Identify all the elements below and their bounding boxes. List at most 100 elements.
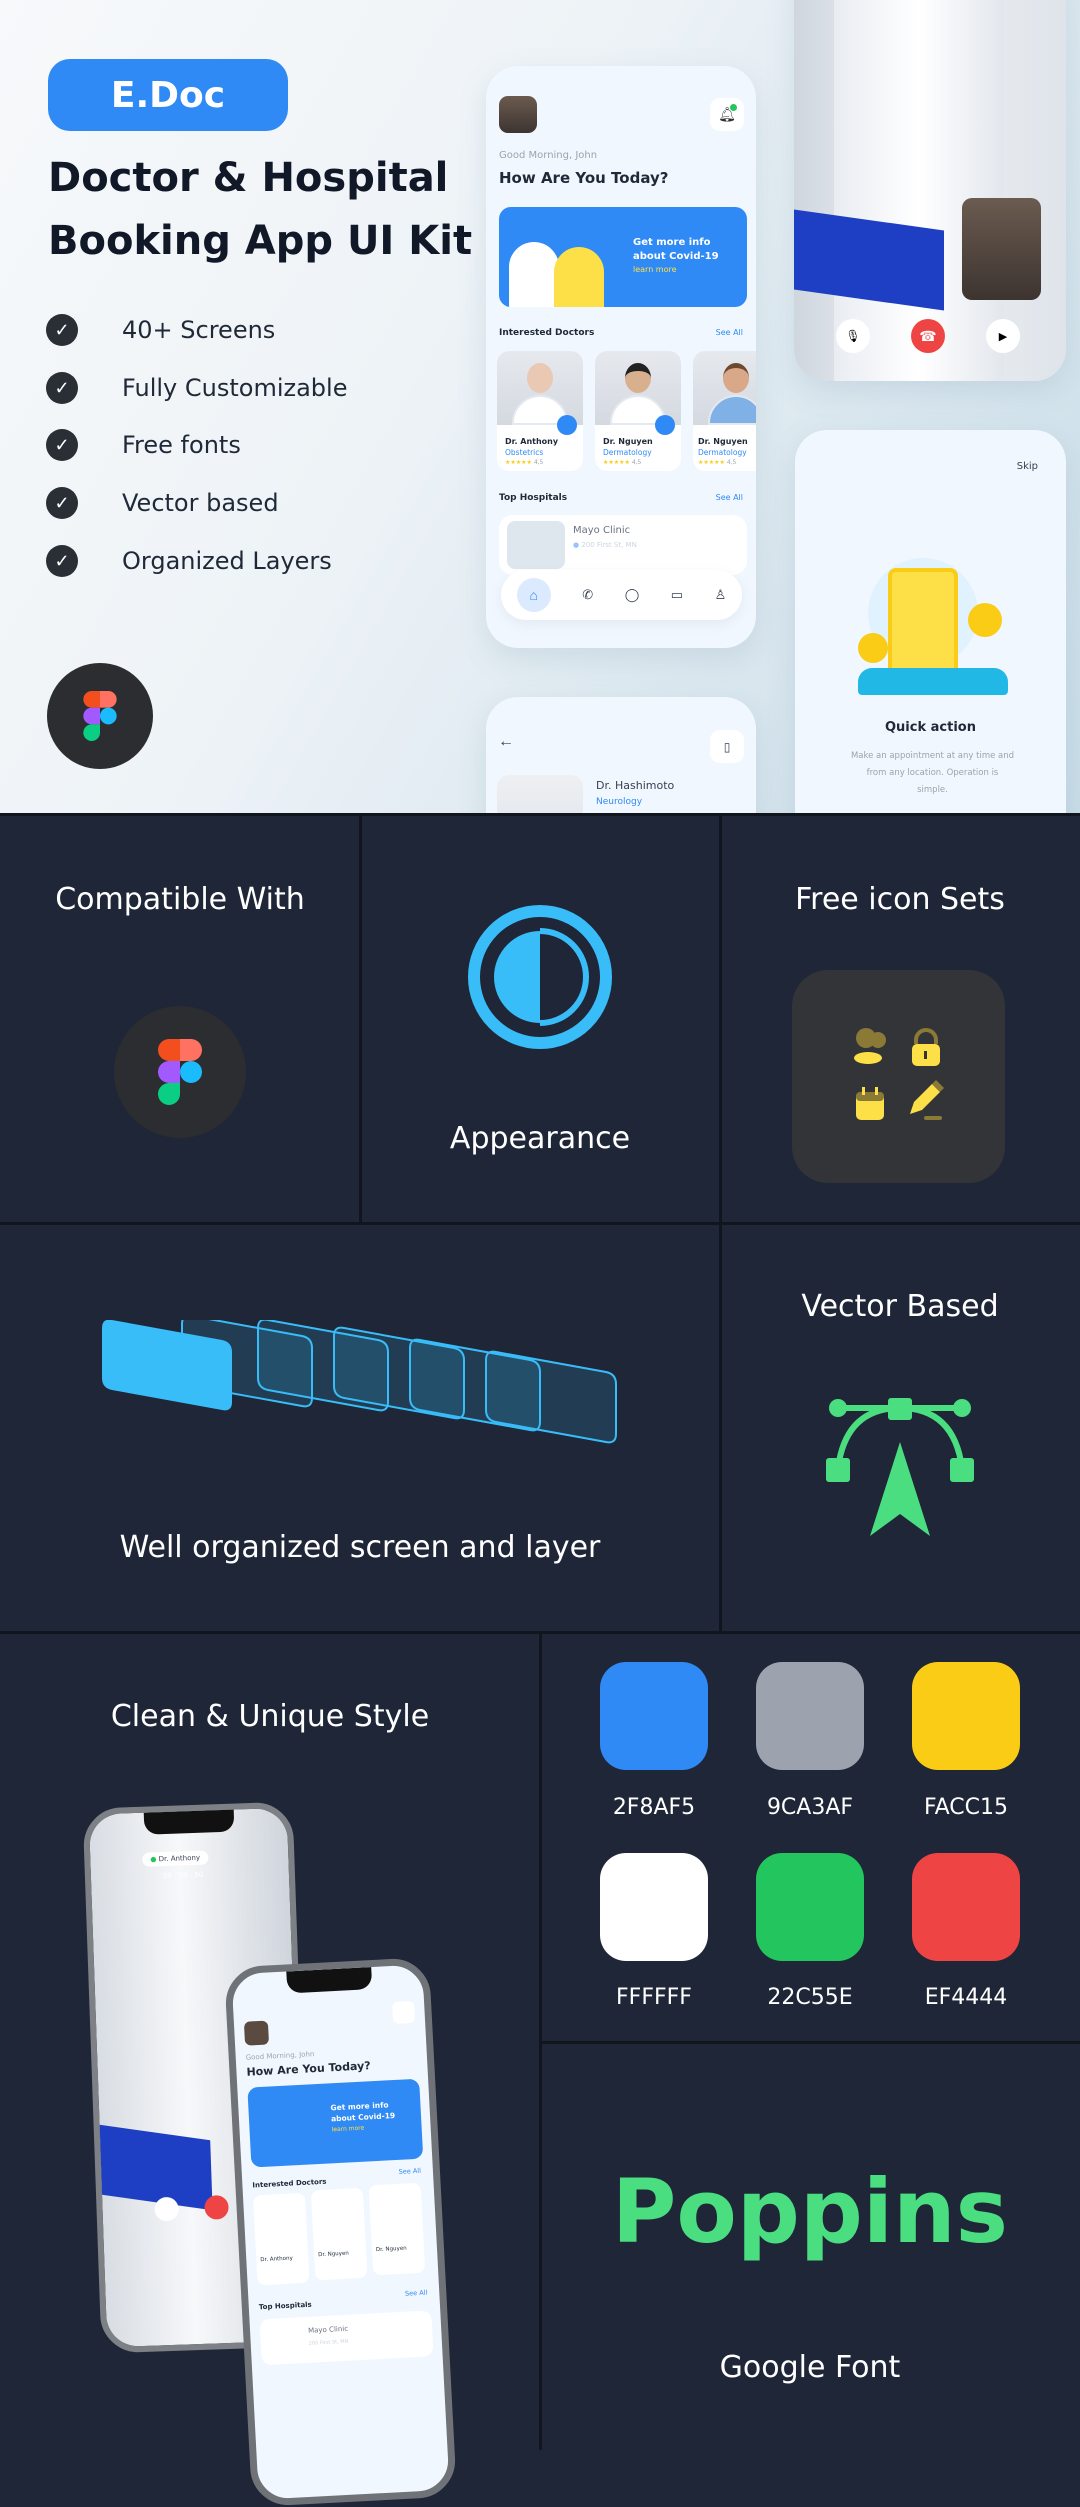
style-title: Clean & Unique Style: [110, 1699, 430, 1734]
skip-button[interactable]: Skip: [1017, 461, 1038, 472]
swatch-label: FACC15: [923, 1795, 1008, 1820]
phone-icon[interactable]: ✆: [582, 587, 593, 603]
quick-action-illustration: [858, 558, 1008, 695]
bell-icon: [392, 2000, 416, 2024]
doctor-photo: [595, 351, 681, 435]
onboarding-mockup: Skip Quick action Make an appointment at…: [795, 430, 1066, 815]
figma-logo-icon: [47, 663, 153, 769]
profile-icon[interactable]: ♙: [715, 587, 727, 603]
hospital-name: Mayo Clinic: [307, 2324, 349, 2335]
feature-item: Organized Layers: [122, 547, 332, 575]
hospital-card: Mayo Clinic 200 First St, MN: [259, 2310, 434, 2366]
banner-text: Get more info: [633, 237, 711, 248]
learn-more-link[interactable]: learn more: [633, 265, 677, 274]
hospital-name: Mayo Clinic: [573, 525, 631, 536]
hero-section: E.Doc Doctor & Hospital Booking App UI K…: [0, 0, 1080, 815]
hospital-photo: [507, 521, 565, 569]
doctor-name: Dr. Anthony: [260, 2255, 293, 2264]
doctor-specialty: Obstetrics: [505, 448, 544, 457]
chat-icon[interactable]: [557, 415, 577, 435]
layers-illustration: [102, 1320, 617, 1444]
banner-text: about Covid-19: [633, 251, 719, 262]
swatch-label: FFFFFF: [616, 1985, 692, 2010]
layers-label: Well organized screen and layer: [119, 1530, 601, 1565]
vector-pen-icon: [826, 1398, 974, 1536]
back-arrow-icon[interactable]: ←: [498, 733, 514, 751]
feature-item: 40+ Screens: [122, 316, 276, 344]
chat-icon[interactable]: ◯: [625, 587, 640, 603]
doctor-name: Dr. Nguyen: [698, 437, 748, 446]
home-screen-mockup: 🔔︎ Good Morning, John How Are You Today?…: [486, 66, 756, 648]
doctor-name: Dr. Anthony: [505, 437, 559, 446]
section-title: Top Hospitals: [499, 493, 568, 503]
home-icon[interactable]: ⌂: [516, 578, 551, 612]
grid-divider: [540, 2041, 1080, 2044]
lock-icon: [912, 1028, 940, 1066]
vector-title: Vector Based: [801, 1289, 999, 1324]
end-call-button[interactable]: ☎︎: [911, 319, 945, 353]
see-all-link[interactable]: See All: [716, 328, 743, 337]
home-phone-mockup: Good Morning, John How Are You Today? Ge…: [224, 1957, 457, 2507]
doctor-specialty: Dermatology: [603, 448, 652, 457]
doctor-name: Dr. Hashimoto: [596, 779, 675, 792]
grid-divider: [0, 1222, 1080, 1225]
doctor-name: Dr. Nguyen: [603, 437, 653, 446]
greeting: Good Morning, John: [499, 150, 598, 161]
check-icon: ✓: [46, 314, 78, 346]
font-source: Google Font: [719, 2350, 901, 2385]
swatch: [600, 1662, 708, 1770]
check-icon: ✓: [46, 545, 78, 577]
feature-item: Vector based: [122, 489, 279, 517]
video-call-mockup: 🎙︎ ☎︎ ▶︎: [794, 0, 1066, 381]
doctor-card: Dr. Nguyen: [310, 2187, 368, 2281]
bookmark-icon[interactable]: ▯: [710, 730, 744, 763]
section-title: Top Hospitals: [258, 2300, 312, 2312]
swatch: [912, 1662, 1020, 1770]
doctor-illustration: [509, 242, 559, 307]
doctor-specialty: Dermatology: [698, 448, 747, 457]
swatch-label: 22C55E: [767, 1985, 853, 2010]
covid-banner: Get more info about Covid-19 learn more: [247, 2078, 424, 2168]
pencil-icon: [910, 1080, 944, 1120]
banner-text: about Covid-19: [330, 2110, 396, 2124]
check-icon: ✓: [46, 429, 78, 461]
camera-off-button[interactable]: ▶︎: [986, 319, 1020, 353]
home-heading: How Are You Today?: [499, 169, 669, 187]
see-all-link: See All: [404, 2288, 428, 2298]
swatch: [600, 1853, 708, 1961]
doctor-specialty: Neurology: [596, 797, 643, 807]
swatch-label: 2F8AF5: [612, 1795, 696, 1820]
chat-icon[interactable]: [655, 415, 675, 435]
hero-title-line2: Booking App UI Kit: [48, 218, 473, 264]
doctor-card[interactable]: Dr. Nguyen Dermatology ★★★★★ 4,5: [693, 351, 756, 471]
location-pin-icon: ●: [573, 541, 580, 549]
feature-item: Fully Customizable: [122, 374, 348, 402]
swatch: [756, 1853, 864, 1961]
swatch-label: 9CA3AF: [766, 1795, 854, 1820]
caller-pill: ● Dr. Anthony: [142, 1850, 209, 1867]
compatible-title: Compatible With: [55, 882, 305, 917]
appearance-label: Appearance: [449, 1121, 631, 1156]
see-all-link[interactable]: See All: [716, 493, 743, 502]
doctor-card[interactable]: Dr. Nguyen Dermatology ★★★★★ 4,5: [595, 351, 681, 471]
users-icon: [854, 1028, 886, 1064]
doctor-name: Dr. Nguyen: [375, 2245, 407, 2254]
icon-sets-title: Free icon Sets: [795, 882, 1005, 917]
avatar[interactable]: [499, 96, 537, 133]
check-icon: ✓: [46, 487, 78, 519]
greeting: Good Morning, John: [245, 2050, 315, 2062]
covid-banner[interactable]: Get more info about Covid-19 learn more: [499, 207, 747, 307]
see-all-link: See All: [398, 2166, 422, 2176]
onboarding-title: Quick action: [885, 720, 976, 735]
section-title: Interested Doctors: [499, 328, 595, 338]
hospital-card[interactable]: Mayo Clinic ● 200 First St, MN: [499, 515, 747, 575]
mute-mic-button[interactable]: 🎙︎: [836, 319, 870, 353]
notification-button[interactable]: 🔔︎: [710, 98, 744, 131]
document-icon[interactable]: ▭: [671, 587, 683, 603]
patient-illustration: [554, 247, 604, 307]
hospital-address: 200 First St, MN: [308, 2338, 349, 2347]
swatch: [756, 1662, 864, 1770]
notification-dot: [730, 104, 737, 111]
doctor-card[interactable]: Dr. Anthony Obstetrics ★★★★★ 4,5: [497, 351, 583, 471]
doctor-card: Dr. Nguyen: [368, 2182, 426, 2276]
